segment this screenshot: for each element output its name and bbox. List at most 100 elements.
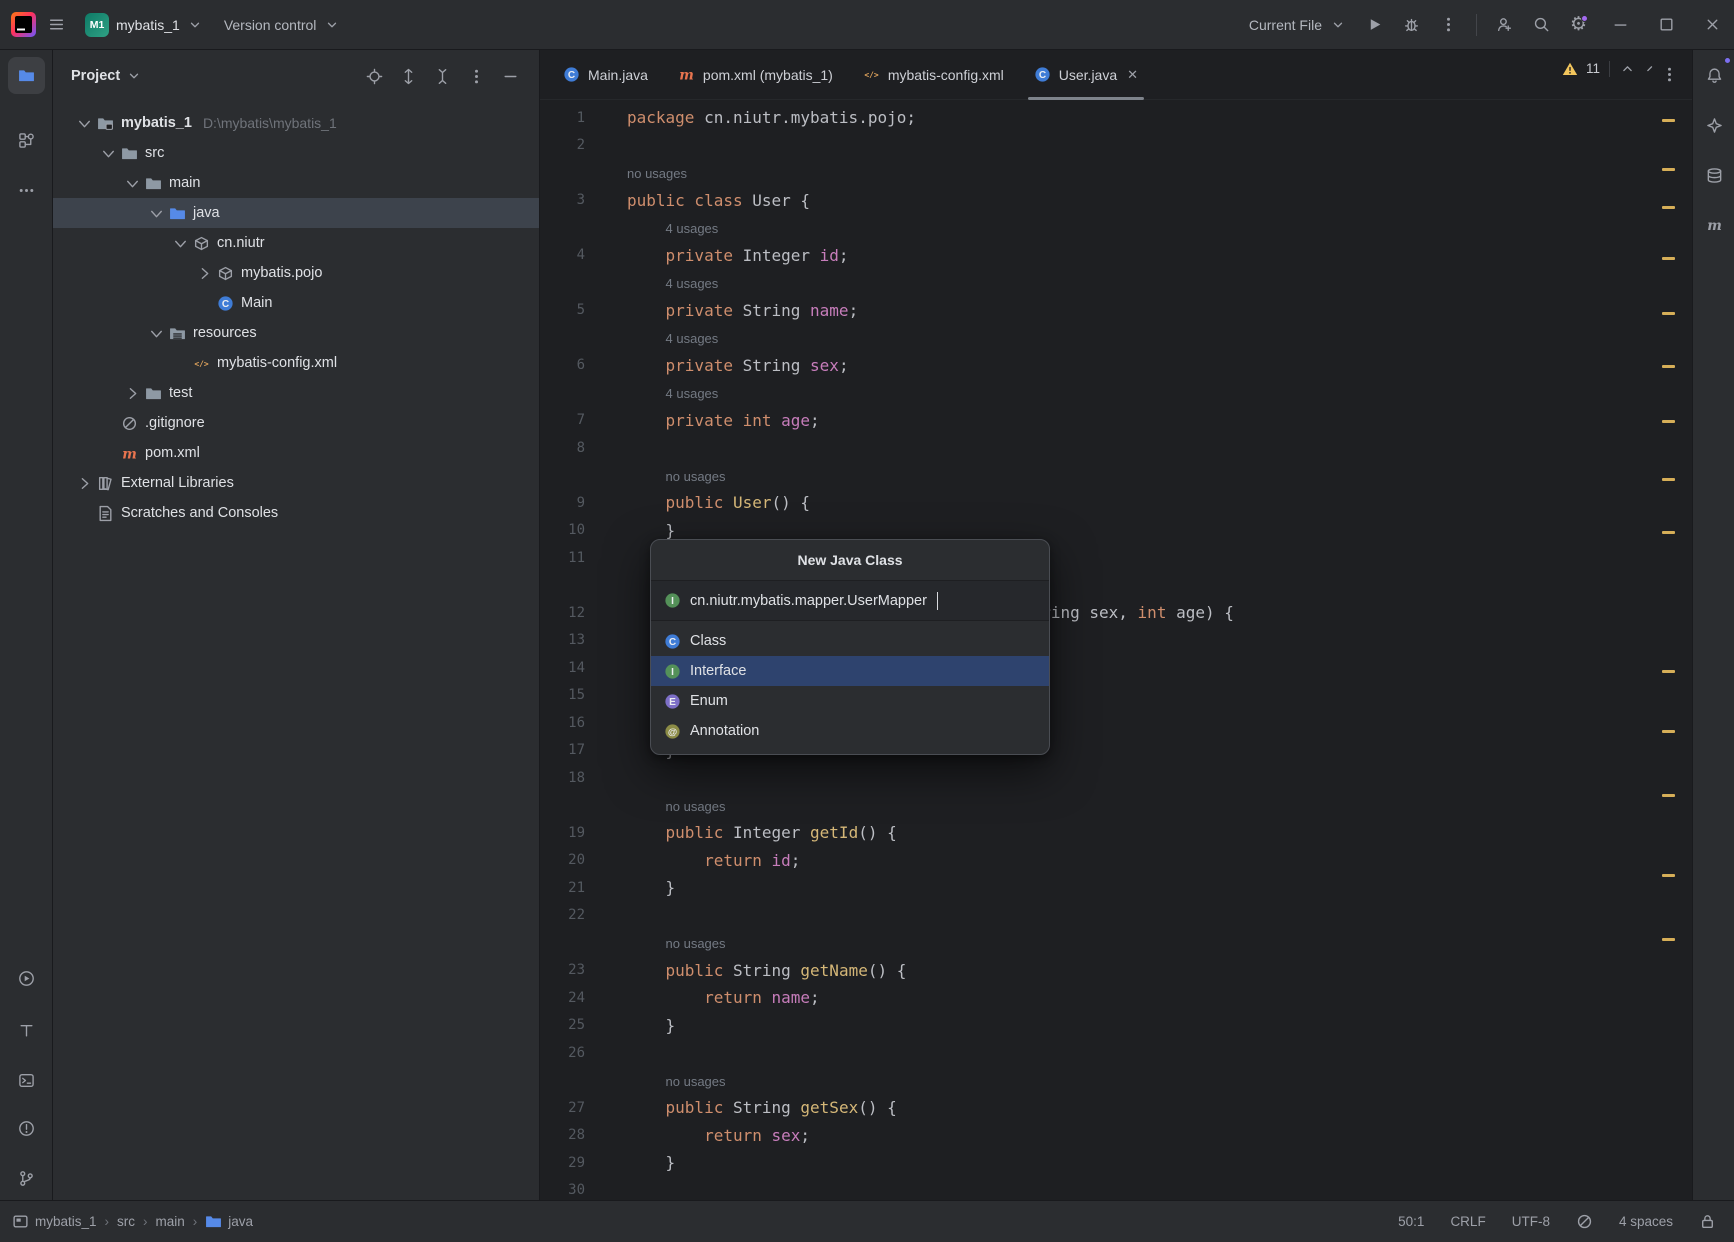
chevron-expanded-icon[interactable] xyxy=(147,204,165,222)
line-number[interactable]: 1 xyxy=(540,110,585,126)
line-number[interactable]: 18 xyxy=(540,770,585,786)
inlay-hint-row[interactable]: 4 usages xyxy=(540,379,1692,407)
line-number[interactable]: 14 xyxy=(540,660,585,676)
code-line[interactable]: 6 private String sex; xyxy=(540,352,1692,380)
code-line[interactable]: 8 xyxy=(540,434,1692,462)
inlay-hint-row[interactable]: 4 usages xyxy=(540,324,1692,352)
tree-item-resources[interactable]: resources xyxy=(53,318,539,348)
activity-bar-terminal[interactable] xyxy=(8,1062,45,1099)
editor-tab-pom-xml-mybatis-1[interactable]: mpom.xml (mybatis_1) xyxy=(663,50,848,99)
highlighting-level-widget[interactable] xyxy=(1576,1213,1593,1230)
line-number[interactable]: 25 xyxy=(540,1017,585,1033)
code-line[interactable]: 19 public Integer getId() { xyxy=(540,819,1692,847)
readonly-toggle[interactable] xyxy=(1699,1213,1716,1230)
breadcrumb-src[interactable]: src xyxy=(117,1214,135,1229)
class-name-input[interactable]: I cn.niutr.mybatis.mapper.UserMapper xyxy=(651,581,1049,621)
previous-problem-icon[interactable] xyxy=(1619,60,1636,77)
code-line[interactable]: 5 private String name; xyxy=(540,297,1692,325)
tree-item-mybatis-pojo[interactable]: mybatis.pojo xyxy=(53,258,539,288)
line-number[interactable]: 20 xyxy=(540,852,585,868)
line-number[interactable]: 26 xyxy=(540,1045,585,1061)
line-number[interactable]: 23 xyxy=(540,962,585,978)
settings-button[interactable]: ⚙ xyxy=(1561,10,1596,39)
tree-item-mybatis-1[interactable]: mybatis_1D:\mybatis\mybatis_1 xyxy=(53,108,539,138)
chevron-collapsed-icon[interactable] xyxy=(75,474,93,492)
editor-tab-main-java[interactable]: CMain.java xyxy=(548,50,663,99)
line-number[interactable]: 19 xyxy=(540,825,585,841)
editor-tab-user-java[interactable]: CUser.java✕ xyxy=(1019,50,1153,99)
inlay-hint-row[interactable]: no usages xyxy=(540,1067,1692,1095)
inlay-hint-row[interactable]: no usages xyxy=(540,792,1692,820)
code-line[interactable]: 3public class User { xyxy=(540,187,1692,215)
line-number[interactable]: 7 xyxy=(540,412,585,428)
chevron-expanded-icon[interactable] xyxy=(75,114,93,132)
main-menu-button[interactable] xyxy=(39,10,74,39)
indent-widget[interactable]: 4 spaces xyxy=(1619,1214,1673,1229)
line-number[interactable]: 10 xyxy=(540,522,585,538)
line-number[interactable]: 27 xyxy=(540,1100,585,1116)
chevron-expanded-icon[interactable] xyxy=(147,324,165,342)
tree-item-java[interactable]: java xyxy=(53,198,539,228)
line-number[interactable]: 16 xyxy=(540,715,585,731)
activity-bar-project[interactable] xyxy=(8,57,45,94)
tree-item-main[interactable]: main xyxy=(53,168,539,198)
panel-options-icon[interactable] xyxy=(468,68,485,85)
activity-bar-problems[interactable] xyxy=(8,1110,45,1147)
line-ending-widget[interactable]: CRLF xyxy=(1450,1214,1485,1229)
line-number[interactable]: 21 xyxy=(540,880,585,896)
tree-item-cn-niutr[interactable]: cn.niutr xyxy=(53,228,539,258)
more-actions-button[interactable] xyxy=(1431,10,1466,39)
breadcrumb-java[interactable]: java xyxy=(205,1213,253,1230)
line-number[interactable]: 2 xyxy=(540,137,585,153)
line-number[interactable]: 9 xyxy=(540,495,585,511)
usages-inlay-hint[interactable]: 4 usages xyxy=(666,276,719,291)
activity-bar-structure[interactable] xyxy=(8,122,45,159)
run-button[interactable] xyxy=(1357,10,1392,39)
chevron-expanded-icon[interactable] xyxy=(171,234,189,252)
expand-all-icon[interactable] xyxy=(400,68,417,85)
editor-tab-mybatis-config-xml[interactable]: </>mybatis-config.xml xyxy=(848,50,1019,99)
search-everywhere-button[interactable] xyxy=(1524,10,1559,39)
code-line[interactable]: 23 public String getName() { xyxy=(540,957,1692,985)
debug-button[interactable] xyxy=(1394,10,1429,39)
collapse-all-icon[interactable] xyxy=(434,68,451,85)
chevron-down-icon[interactable] xyxy=(125,68,142,85)
right-bar-notifications[interactable] xyxy=(1696,57,1732,93)
chevron-expanded-icon[interactable] xyxy=(99,144,117,162)
line-number[interactable]: 15 xyxy=(540,687,585,703)
code-line[interactable]: 4 private Integer id; xyxy=(540,242,1692,270)
tree-item-external-libraries[interactable]: External Libraries xyxy=(53,468,539,498)
line-number[interactable]: 5 xyxy=(540,302,585,318)
code-line[interactable]: 25 } xyxy=(540,1012,1692,1040)
breadcrumb-mybatis-1[interactable]: mybatis_1 xyxy=(12,1213,97,1230)
code-line[interactable]: 18 xyxy=(540,764,1692,792)
usages-inlay-hint[interactable]: no usages xyxy=(666,799,726,814)
run-configuration-selector[interactable]: Current File xyxy=(1240,10,1355,39)
close-tab-icon[interactable]: ✕ xyxy=(1127,67,1138,83)
tree-item-test[interactable]: test xyxy=(53,378,539,408)
breadcrumb-main[interactable]: main xyxy=(156,1214,185,1229)
usages-inlay-hint[interactable]: 4 usages xyxy=(666,386,719,401)
maximize-button[interactable] xyxy=(1644,0,1688,49)
kind-option-enum[interactable]: EEnum xyxy=(651,686,1049,716)
line-number[interactable]: 4 xyxy=(540,247,585,263)
activity-bar-version-control[interactable] xyxy=(8,1160,45,1197)
tree-item-main[interactable]: CMain xyxy=(53,288,539,318)
code-line[interactable]: 29 } xyxy=(540,1149,1692,1177)
close-button[interactable] xyxy=(1690,0,1734,49)
kind-option-interface[interactable]: IInterface xyxy=(651,656,1049,686)
chevron-expanded-icon[interactable] xyxy=(123,174,141,192)
activity-bar-services[interactable] xyxy=(8,1012,45,1049)
line-number[interactable]: 11 xyxy=(540,550,585,566)
code-with-me-button[interactable] xyxy=(1487,10,1522,39)
code-line[interactable]: 21 } xyxy=(540,874,1692,902)
inlay-hint-row[interactable]: no usages xyxy=(540,929,1692,957)
line-number[interactable]: 22 xyxy=(540,907,585,923)
usages-inlay-hint[interactable]: no usages xyxy=(666,469,726,484)
chevron-collapsed-icon[interactable] xyxy=(123,384,141,402)
code-line[interactable]: 24 return name; xyxy=(540,984,1692,1012)
line-number[interactable]: 28 xyxy=(540,1127,585,1143)
caret-position-widget[interactable]: 50:1 xyxy=(1398,1214,1424,1229)
inlay-hint-row[interactable]: 4 usages xyxy=(540,214,1692,242)
code-line[interactable]: 27 public String getSex() { xyxy=(540,1094,1692,1122)
